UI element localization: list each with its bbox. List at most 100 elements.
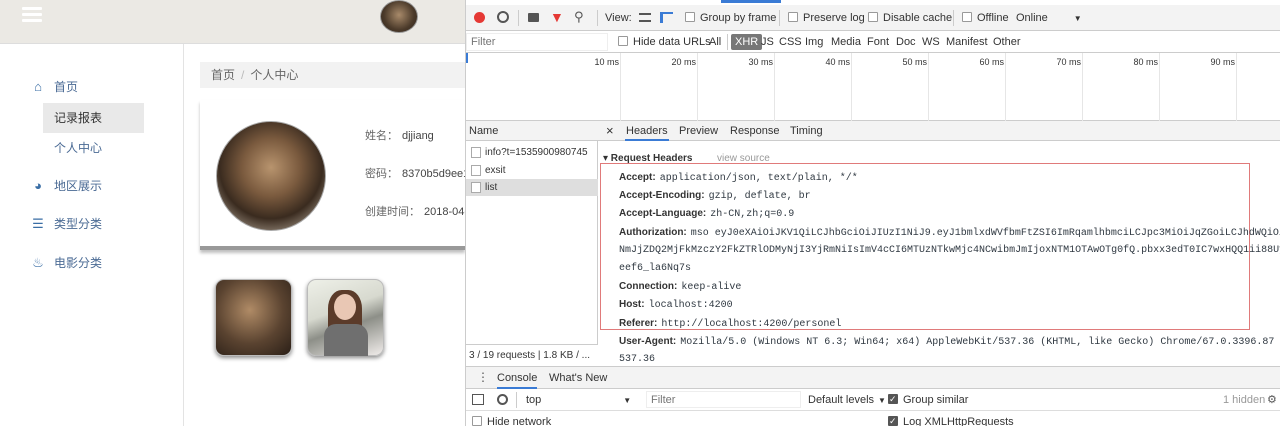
sidebar-item-home[interactable]: ⌂ 首页	[0, 72, 184, 102]
header-value: localhost:4200	[648, 300, 733, 312]
sidebar-item-movies[interactable]: ♨ 电影分类	[0, 248, 184, 278]
timeline-gridline	[1236, 53, 1237, 121]
throttle-select[interactable]: Online ▼	[1016, 11, 1082, 25]
checkbox[interactable]	[962, 12, 972, 22]
tab-timing[interactable]: Timing	[790, 121, 823, 141]
checkbox[interactable]	[888, 414, 898, 426]
timeline-tick-label: 20 ms	[671, 57, 696, 67]
tab-preview[interactable]: Preview	[679, 121, 718, 141]
large-rows-icon[interactable]	[639, 13, 651, 22]
more-icon[interactable]: ⋮	[477, 370, 489, 384]
console-filter-input[interactable]	[646, 391, 801, 408]
photo-thumbnail[interactable]	[215, 279, 292, 356]
offline-label: Offline	[977, 12, 1009, 24]
checkbox[interactable]	[685, 12, 695, 22]
network-timeline[interactable]: 10 ms 20 ms 30 ms 40 ms 50 ms 60 ms 70 ms 80 ms…	[466, 53, 1280, 121]
waterfall-icon[interactable]	[660, 12, 673, 23]
tab-console[interactable]: Console	[497, 367, 538, 389]
timeline-tick-label: 90 ms	[1210, 57, 1235, 67]
sidebar-item-region[interactable]: ◕ 地区展示	[0, 171, 184, 201]
group-by-frame-toggle[interactable]: Group by frame	[685, 11, 776, 25]
record-icon[interactable]	[474, 12, 485, 23]
log-xhr-label: Log XMLHttpRequests	[903, 416, 1014, 426]
menu-icon[interactable]	[22, 7, 42, 23]
header-continuation: NmJjZDQ2MjFkMzczY2FkZTRlODMyNjI3YjRmNiIs…	[619, 245, 1280, 256]
clear-console-icon[interactable]	[497, 394, 508, 405]
group-similar-toggle[interactable]: Group similar	[888, 392, 968, 407]
header-key: Accept-Language:	[619, 208, 707, 220]
type-filter-js[interactable]: JS	[761, 34, 774, 50]
tab-headers[interactable]: Headers	[625, 121, 669, 141]
filter-icon[interactable]: ▼	[550, 10, 564, 24]
request-row[interactable]: info?t=1535900980745	[466, 144, 598, 161]
type-filter-manifest[interactable]: Manifest	[946, 34, 988, 50]
header-key: Connection:	[619, 281, 678, 293]
filter-input[interactable]	[466, 33, 608, 51]
breadcrumb-current: 个人中心	[250, 68, 299, 82]
header-value: gzip, deflate, br	[708, 191, 811, 203]
timeline-gridline	[620, 53, 621, 121]
type-filter-all[interactable]: All	[709, 34, 721, 50]
hide-data-urls-toggle[interactable]: Hide data URLs	[618, 34, 711, 50]
user-avatar[interactable]	[380, 0, 418, 33]
type-filter-doc[interactable]: Doc	[896, 34, 916, 50]
timeline-gridline	[1159, 53, 1160, 121]
tab-whats-new[interactable]: What's New	[549, 367, 607, 389]
top-bar	[0, 0, 465, 44]
type-filter-media[interactable]: Media	[831, 34, 861, 50]
sidebar-subitem-records[interactable]: 记录报表	[43, 103, 144, 133]
type-filter-img[interactable]: Img	[805, 34, 823, 50]
network-toolbar: ▼ ⚲ View: Group by frame Preserve log Di…	[466, 5, 1280, 31]
chevron-down-icon: ▼	[878, 396, 886, 405]
offline-toggle[interactable]: Offline	[962, 11, 1009, 25]
screenshot-icon[interactable]	[528, 13, 539, 22]
hide-data-urls-label: Hide data URLs	[633, 36, 711, 48]
checkbox[interactable]	[868, 12, 878, 22]
type-filter-xhr[interactable]: XHR	[731, 34, 763, 50]
tab-response[interactable]: Response	[730, 121, 780, 141]
header-value: mso eyJ0eXAiOiJKV1QiLCJhbGciOiJIUzI1NiJ9…	[690, 227, 1280, 239]
header-value: 537.36	[619, 354, 656, 365]
type-filter-other[interactable]: Other	[993, 34, 1021, 50]
hide-network-toggle[interactable]: Hide network	[472, 415, 551, 426]
file-icon	[471, 147, 481, 158]
request-row[interactable]: exsit	[466, 162, 598, 179]
type-filter-font[interactable]: Font	[867, 34, 889, 50]
header-row: User-Agent: Mozilla/5.0 (Windows NT 6.3; …	[619, 336, 1280, 348]
context-select[interactable]: top ▼	[526, 393, 631, 407]
name-value: djjiang	[402, 130, 434, 142]
search-icon[interactable]: ⚲	[574, 10, 584, 24]
request-list-header[interactable]: Name	[466, 121, 598, 141]
console-settings: Hide network Log XMLHttpRequests	[466, 411, 1280, 426]
preserve-log-toggle[interactable]: Preserve log	[788, 11, 865, 25]
checkbox[interactable]	[788, 12, 798, 22]
checkbox[interactable]	[618, 36, 628, 46]
type-filter-css[interactable]: CSS	[779, 34, 802, 50]
disable-cache-toggle[interactable]: Disable cache	[868, 11, 952, 25]
header-key: Accept-Encoding:	[619, 190, 705, 202]
sidebar-item-types[interactable]: ☰ 类型分类	[0, 209, 184, 239]
photo-thumbnail[interactable]	[307, 279, 384, 356]
breadcrumb-home[interactable]: 首页	[211, 68, 235, 82]
checkbox[interactable]	[472, 416, 482, 426]
flame-icon: ♨	[32, 255, 44, 270]
request-row[interactable]: list	[466, 179, 598, 196]
chevron-down-icon: ▼	[1073, 14, 1082, 23]
timeline-request-bar	[466, 53, 468, 63]
profile-photo	[216, 121, 326, 231]
checkbox[interactable]	[888, 392, 898, 406]
header-row: Authorization: mso eyJ0eXAiOiJKV1QiLCJhbG…	[619, 227, 1280, 239]
clear-icon[interactable]	[497, 11, 509, 23]
detail-tabs: × Headers Preview Response Timing	[598, 121, 1280, 141]
header-value: http://localhost:4200/personel	[661, 318, 842, 330]
type-filter-ws[interactable]: WS	[922, 34, 940, 50]
log-xhr-toggle[interactable]: Log XMLHttpRequests	[888, 414, 1014, 426]
gear-icon[interactable]: ⚙	[1267, 394, 1277, 406]
chevron-down-icon: ▼	[623, 396, 632, 405]
header-value: Mozilla/5.0 (Windows NT 6.3; Win64; x64)…	[680, 336, 1280, 348]
sidebar-toggle-icon[interactable]	[472, 394, 484, 405]
log-levels-select[interactable]: Default levels ▼	[808, 393, 886, 407]
filter-bar: Hide data URLs All XHR JS CSS Img Media …	[466, 31, 1280, 53]
close-icon[interactable]: ×	[606, 121, 614, 141]
sidebar-subitem-personal[interactable]: 个人中心	[43, 133, 144, 163]
